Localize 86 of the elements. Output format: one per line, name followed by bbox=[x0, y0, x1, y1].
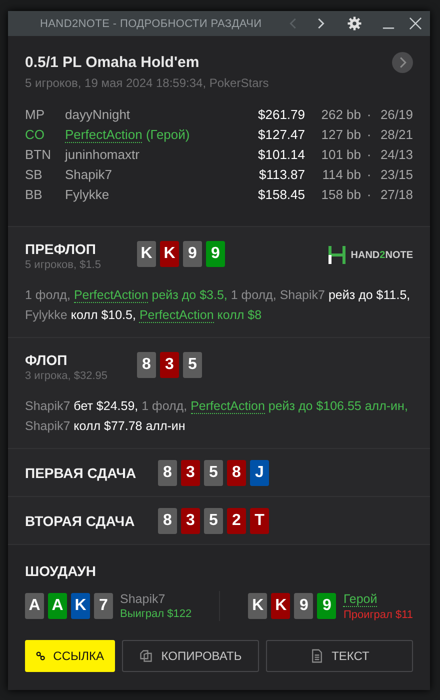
player-link[interactable]: Герой bbox=[343, 592, 378, 606]
close-icon[interactable] bbox=[409, 17, 422, 30]
stack-bb: 158 bb bbox=[320, 186, 361, 202]
text-button[interactable]: ТЕКСТ bbox=[266, 640, 413, 672]
stack-amount: $261.79 bbox=[257, 106, 305, 122]
action-summary: Shapik7 бет $24.59, 1 фолд, PerfectAction рейз до $106.55 алл-ин, Shapik7 колл $77.78 алл-ин bbox=[25, 398, 409, 435]
playing-card: K bbox=[248, 593, 268, 619]
stack-bb: 127 bb bbox=[320, 126, 361, 142]
playing-card: 8 bbox=[158, 460, 177, 486]
player-link[interactable]: PerfectAction bbox=[74, 288, 148, 303]
playing-card: 2 bbox=[227, 508, 246, 534]
player-stats: 27/18 bbox=[379, 186, 413, 202]
player-name: Shapik7 bbox=[120, 592, 166, 606]
separator-dot: · bbox=[366, 126, 372, 142]
stack-amount: $127.47 bbox=[257, 126, 305, 142]
playing-card: A bbox=[25, 593, 44, 619]
hand-result: Выиграл $122 bbox=[120, 608, 192, 620]
board-title: ВТОРАЯ СДАЧА bbox=[25, 513, 136, 529]
player-link[interactable]: PerfectAction bbox=[190, 399, 265, 414]
hand-subtitle: 5 игроков, 19 мая 2024 18:59:34, PokerStars bbox=[25, 76, 270, 90]
stack-amount: $158.45 bbox=[257, 186, 305, 202]
player-stats: 23/15 bbox=[379, 166, 413, 182]
player-name: juninhomaxtr bbox=[65, 146, 140, 162]
stack-amount: $113.87 bbox=[258, 166, 305, 182]
separator-dot: · bbox=[366, 106, 372, 122]
street-info: 5 игроков, $1.5 bbox=[25, 259, 102, 271]
playing-card: 8 bbox=[137, 352, 156, 378]
player-stats: 28/21 bbox=[379, 126, 413, 142]
stack-bb: 101 bb bbox=[320, 146, 361, 162]
separator-dot: · bbox=[366, 186, 372, 202]
street-title: ФЛОП bbox=[25, 352, 68, 368]
playing-card: 3 bbox=[181, 460, 200, 486]
street-info: 3 игрока, $32.95 bbox=[25, 370, 108, 382]
stack-bb: 262 bb bbox=[320, 106, 361, 122]
player-name: dayyNnight bbox=[65, 106, 130, 122]
player-stats: 26/19 bbox=[379, 106, 413, 122]
player-name: Fylykke bbox=[65, 186, 110, 202]
playing-card: 5 bbox=[183, 352, 202, 378]
playing-card: A bbox=[48, 593, 67, 619]
hand-title: 0.5/1 PL Omaha Hold'em bbox=[25, 54, 200, 71]
playing-card: 9 bbox=[294, 593, 314, 619]
stack-bb: 114 bb bbox=[321, 166, 361, 182]
separator-dot: · bbox=[366, 166, 372, 182]
playing-card: T bbox=[250, 508, 269, 534]
playing-card: K bbox=[160, 241, 179, 267]
player-name: Shapik7 bbox=[65, 166, 112, 182]
playing-card: 9 bbox=[183, 241, 202, 267]
playing-card: 5 bbox=[204, 460, 223, 486]
player-stats: 24/13 bbox=[379, 146, 413, 162]
logo-icon bbox=[328, 245, 346, 265]
playing-card: 3 bbox=[160, 352, 179, 378]
link-button[interactable]: ССЫЛКА bbox=[25, 640, 115, 672]
playing-card: 5 bbox=[204, 508, 223, 534]
position-label: BB bbox=[25, 186, 44, 202]
action-summary: 1 фолд, PerfectAction рейз до $3.5, 1 фолд, Shapik7 рейз до $11.5, Fylykke колл $10.5, PerfectAction колл $8 bbox=[25, 287, 412, 325]
player-link[interactable]: PerfectAction bbox=[65, 126, 142, 142]
playing-card: J bbox=[250, 460, 269, 486]
settings-icon[interactable] bbox=[347, 16, 362, 31]
playing-card: 7 bbox=[94, 593, 113, 619]
next-hand-button[interactable] bbox=[392, 52, 413, 73]
playing-card: 8 bbox=[227, 460, 246, 486]
playing-card: 3 bbox=[181, 508, 200, 534]
position-label: BTN bbox=[25, 146, 52, 162]
separator-dot: · bbox=[366, 146, 372, 162]
playing-card: 9 bbox=[206, 241, 225, 267]
position-label: MP bbox=[25, 106, 46, 122]
document-icon bbox=[310, 649, 324, 663]
copy-icon bbox=[139, 649, 154, 663]
hand-result: Проиграл $11 bbox=[343, 608, 413, 620]
chain-icon bbox=[36, 649, 46, 663]
playing-card: K bbox=[271, 593, 290, 619]
copy-button[interactable]: КОПИРОВАТЬ bbox=[122, 640, 259, 672]
playing-card: 9 bbox=[317, 593, 336, 619]
window-title: HAND2NOTE - ПОДРОБНОСТИ РАЗДАЧИ bbox=[40, 18, 263, 30]
board-title: ПЕРВАЯ СДАЧА bbox=[25, 465, 138, 481]
position-label: SB bbox=[25, 166, 44, 182]
position-label: CO bbox=[25, 126, 46, 142]
hero-label: (Герой) bbox=[146, 126, 190, 142]
logo-text: HAND2NOTE bbox=[350, 250, 413, 260]
showdown-title: ШОУДАУН bbox=[25, 563, 97, 579]
street-title: ПРЕФЛОП bbox=[25, 241, 97, 257]
stack-amount: $101.14 bbox=[257, 146, 305, 162]
player-link[interactable]: PerfectAction bbox=[139, 308, 214, 323]
playing-card: 8 bbox=[158, 508, 177, 534]
playing-card: K bbox=[71, 593, 90, 619]
playing-card: K bbox=[137, 241, 156, 267]
